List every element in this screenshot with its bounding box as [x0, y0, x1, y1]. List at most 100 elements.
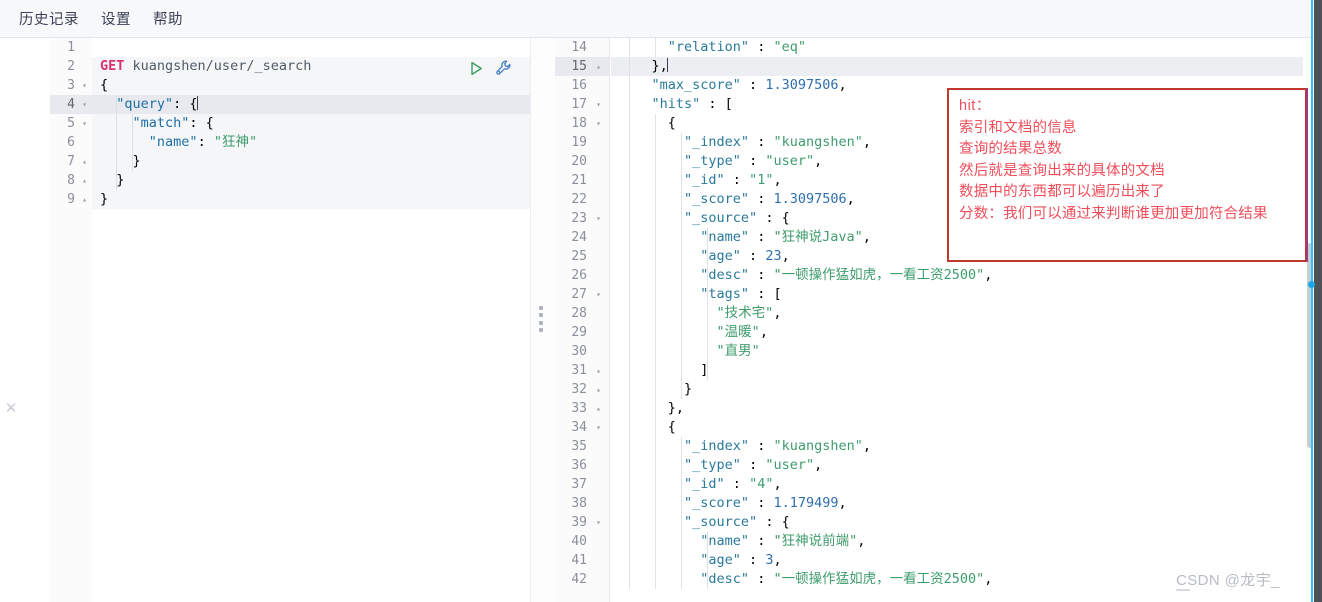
line-number: 41 [571, 553, 587, 568]
request-gutter: 1 2 3 ▾ 4 ▾ 5 ▾ 6 7 ▴ 8 ▴ 9 ▴ [50, 38, 92, 602]
annotation-line-1: hit： [959, 98, 991, 114]
code-line[interactable]: "match": { [92, 114, 530, 133]
code-line[interactable]: }, [611, 57, 1303, 76]
code-line[interactable]: "_score" : 1.179499, [611, 494, 1303, 513]
code-line[interactable]: "query": { [92, 95, 530, 114]
fold-open-icon[interactable]: ▾ [596, 95, 601, 114]
fold-open-icon[interactable]: ▾ [596, 114, 601, 133]
request-code-area[interactable]: GET kuangshen/user/_search{ "query": { "… [92, 38, 530, 602]
line-number: 40 [571, 534, 587, 549]
code-line[interactable]: "desc" : "一顿操作猛如虎，一看工资2500", [611, 266, 1303, 285]
line-number: 25 [571, 249, 587, 264]
play-icon[interactable] [468, 60, 485, 77]
pane-splitter[interactable] [530, 38, 556, 602]
line-number: 42 [571, 572, 587, 587]
annotation-line-5: 数据中的东西都可以遍历出来了 [959, 184, 1165, 200]
request-pane[interactable]: 1 2 3 ▾ 4 ▾ 5 ▾ 6 7 ▴ 8 ▴ 9 ▴ GET kuangshen/user/_sear… [50, 38, 530, 602]
line-number: 7 ▴ [67, 152, 87, 171]
annotation-line-6: 分数：我们可以通过来判断谁更加更加符合结果 [959, 205, 1268, 222]
annotation-line-2: 索引和文档的信息 [959, 119, 1077, 136]
line-number: 14 [571, 40, 587, 55]
line-number: 18 ▾ [571, 114, 601, 133]
fold-close-icon[interactable]: ▴ [596, 380, 601, 399]
line-number: 35 [571, 439, 587, 454]
code-line[interactable]: { [92, 76, 530, 95]
code-line[interactable]: "_id" : "4", [611, 475, 1303, 494]
fold-open-icon[interactable]: ▾ [82, 95, 87, 114]
code-line[interactable]: "_index" : "kuangshen", [611, 437, 1303, 456]
code-line[interactable]: "name": "狂神" [92, 133, 530, 152]
code-line[interactable]: } [92, 190, 530, 209]
menu-item-help[interactable]: 帮助 [144, 4, 192, 33]
line-number: 4 ▾ [50, 95, 92, 114]
line-number: 27 ▾ [571, 285, 601, 304]
fold-close-icon[interactable]: ▴ [596, 399, 601, 418]
fold-open-icon[interactable]: ▾ [596, 285, 601, 304]
line-number: 15 ▴ [555, 57, 609, 76]
line-number: 38 [571, 496, 587, 511]
response-gutter: 14 15 ▴ 16 17 ▾ 18 ▾ 19 20 21 22 23 ▾ 24 25 26 27 ▾ 28 29 30 3… [555, 38, 610, 602]
csdn-watermark: CSDN @龙宇_ [1176, 572, 1280, 589]
code-line[interactable]: { [611, 418, 1303, 437]
code-line[interactable]: } [611, 380, 1303, 399]
line-number: 19 [571, 135, 587, 150]
code-line[interactable]: }, [611, 399, 1303, 418]
line-number: 26 [571, 268, 587, 283]
code-line[interactable]: "直男" [611, 342, 1303, 361]
fold-close-icon[interactable]: ▴ [596, 57, 601, 76]
line-number: 32 ▴ [571, 380, 601, 399]
wrench-icon[interactable] [495, 59, 513, 77]
fold-open-icon[interactable]: ▾ [82, 76, 87, 95]
resize-handle-dot[interactable] [1308, 281, 1315, 288]
fold-close-icon[interactable]: ▴ [82, 152, 87, 171]
close-icon[interactable]: ✕ [3, 400, 19, 416]
line-number: 28 [571, 306, 587, 321]
window-accent-border [1311, 0, 1313, 602]
fold-open-icon[interactable]: ▾ [596, 418, 601, 437]
code-line[interactable]: "_source" : { [611, 513, 1303, 532]
menu-item-history[interactable]: 历史记录 [10, 4, 88, 33]
annotation-line-3: 查询的结果总数 [959, 141, 1062, 157]
line-number: 29 [571, 325, 587, 340]
line-number: 5 ▾ [67, 114, 87, 133]
code-line[interactable]: "温暖", [611, 323, 1303, 342]
annotation-line-4: 然后就是查询出来的具体的文档 [959, 162, 1165, 179]
code-line[interactable]: "age" : 3, [611, 551, 1303, 570]
code-line[interactable]: "技术宅", [611, 304, 1303, 323]
request-actions [468, 59, 513, 77]
line-number: 6 [67, 135, 75, 150]
line-number: 23 ▾ [571, 209, 601, 228]
line-number: 17 ▾ [571, 95, 601, 114]
fold-open-icon[interactable]: ▾ [82, 114, 87, 133]
fold-close-icon[interactable]: ▴ [82, 190, 87, 209]
fold-open-icon[interactable]: ▾ [596, 513, 601, 532]
annotation-edge-bar [1306, 88, 1308, 262]
code-line[interactable]: "_type" : "user", [611, 456, 1303, 475]
code-line[interactable]: } [92, 171, 530, 190]
code-line[interactable]: ] [611, 361, 1303, 380]
line-number: 33 ▴ [571, 399, 601, 418]
line-number: 24 [571, 230, 587, 245]
line-number: 36 [571, 458, 587, 473]
line-number: 3 ▾ [67, 76, 87, 95]
menu-bar: 历史记录 设置 帮助 [0, 0, 1322, 38]
code-line[interactable]: "relation" : "eq" [611, 38, 1303, 57]
line-number: 2 [67, 59, 75, 74]
code-line[interactable] [92, 38, 530, 57]
fold-close-icon[interactable]: ▴ [82, 171, 87, 190]
red-annotation-box: hit： 索引和文档的信息 查询的结果总数 然后就是查询出来的具体的文档 数据中… [947, 88, 1307, 262]
line-number: 8 ▴ [67, 171, 87, 190]
code-line[interactable]: GET kuangshen/user/_search [92, 57, 530, 76]
code-line[interactable]: } [92, 152, 530, 171]
line-number: 31 ▴ [571, 361, 601, 380]
code-line[interactable]: "tags" : [ [611, 285, 1303, 304]
left-strip: ✕ [0, 38, 50, 602]
menu-item-settings[interactable]: 设置 [92, 4, 140, 33]
splitter-grip-icon[interactable] [539, 306, 543, 332]
fold-close-icon[interactable]: ▴ [596, 361, 601, 380]
window-right-edge [1314, 0, 1322, 602]
code-line[interactable]: "name" : "狂神说前端", [611, 532, 1303, 551]
fold-open-icon[interactable]: ▾ [596, 209, 601, 228]
line-number: 39 ▾ [571, 513, 601, 532]
line-number: 30 [571, 344, 587, 359]
